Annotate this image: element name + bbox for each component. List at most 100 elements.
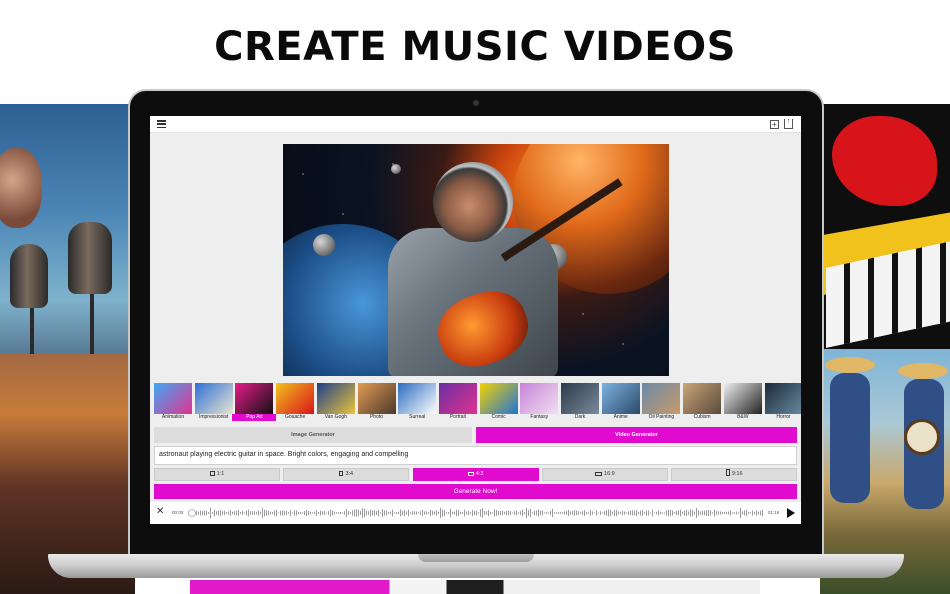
style-option[interactable]: Anime (601, 383, 640, 421)
share-icon[interactable]: ↑ (784, 118, 793, 129)
video-generator-tab[interactable]: Video Generator (476, 427, 797, 443)
waveform-bar (652, 509, 653, 517)
aspect-ratio-icon (725, 469, 730, 476)
style-label: Gouache (284, 414, 306, 420)
waveform-bar (368, 511, 369, 515)
style-option[interactable]: Oil Painting (642, 383, 681, 421)
audio-waveform[interactable] (188, 505, 764, 521)
waveform-bar (348, 510, 349, 516)
aspect-ratio-icon (595, 472, 603, 476)
waveform-bar (670, 509, 671, 517)
waveform-bar (608, 509, 609, 517)
waveform-bar (690, 509, 691, 517)
waveform-bar (460, 511, 461, 515)
aspect-ratio-option[interactable]: 3:4 (283, 468, 410, 481)
style-option[interactable]: Van Gogh (316, 383, 355, 421)
waveform-bar (558, 512, 559, 514)
waveform-bar (268, 510, 269, 516)
waveform-bar (466, 511, 467, 515)
style-option[interactable]: Photo (357, 383, 396, 421)
style-option[interactable]: Cubism (683, 383, 722, 421)
waveform-bar (308, 511, 309, 515)
waveform-bar (712, 512, 713, 514)
aspect-ratio-option[interactable]: 4:3 (412, 468, 539, 481)
waveform-bar (200, 510, 201, 516)
mode-toggle: Image Generator Video Generator (154, 427, 797, 443)
style-option[interactable]: Dark (561, 383, 599, 421)
aspect-ratio-option[interactable]: 16:9 (541, 468, 668, 481)
generate-button[interactable]: Generate Now! (154, 484, 797, 499)
waveform-bar (740, 507, 741, 519)
waveform-bar (434, 511, 435, 515)
waveform-bar (324, 511, 325, 515)
waveform-bar (682, 511, 683, 515)
style-option[interactable]: B&W (723, 383, 762, 421)
waveform-bar (414, 511, 415, 515)
style-label: Pop Art (232, 414, 277, 421)
waveform-bar (446, 512, 447, 514)
waveform-bar (218, 510, 219, 516)
waveform-bar (248, 509, 249, 517)
waveform-bar (366, 510, 367, 516)
style-option[interactable]: Fantasy (520, 383, 559, 421)
waveform-bar (654, 512, 655, 514)
waveform-bar (624, 511, 625, 515)
waveform-bar (622, 510, 623, 516)
aspect-ratio-option[interactable]: 1:1 (154, 468, 280, 481)
waveform-bar (748, 511, 749, 515)
style-option[interactable]: Surreal (398, 383, 437, 421)
aspect-ratio-option[interactable]: 9:16 (671, 468, 798, 481)
style-label: Cubism (693, 414, 711, 420)
waveform-bar (518, 512, 519, 514)
waveform-bar (656, 511, 657, 515)
waveform-bar (280, 510, 281, 516)
style-option[interactable]: Portrait (438, 383, 477, 421)
waveform-bar (666, 510, 667, 516)
waveform-bar (586, 511, 587, 515)
waveform-bar (548, 512, 549, 514)
image-generator-tab[interactable]: Image Generator (154, 427, 472, 443)
add-icon[interactable]: + (770, 120, 779, 129)
prompt-input[interactable]: astronaut playing electric guitar in spa… (154, 446, 797, 465)
waveform-bar (236, 510, 237, 516)
menu-icon[interactable] (157, 120, 166, 129)
waveform-bar (616, 509, 617, 517)
waveform-bar (254, 511, 255, 515)
waveform-bar (500, 511, 501, 515)
waveform-bar (230, 510, 231, 516)
waveform-bar (258, 510, 259, 516)
waveform-bar (284, 511, 285, 515)
waveform-bar (634, 510, 635, 516)
waveform-bar (196, 510, 197, 516)
waveform-bar (300, 511, 301, 515)
style-option[interactable]: Impressionist (194, 383, 233, 421)
waveform-bar (698, 510, 699, 516)
waveform-bar (334, 511, 335, 515)
waveform-bar (542, 510, 543, 516)
style-option[interactable]: Pop Art (232, 383, 277, 421)
waveform-bar (406, 511, 407, 515)
waveform-bar (662, 512, 663, 514)
waveform-bar (404, 510, 405, 516)
waveform-bar (700, 511, 701, 515)
playhead-knob (188, 509, 196, 517)
waveform-bar (480, 509, 481, 517)
waveform-bar (212, 512, 213, 514)
style-picker: Animation Impressionist Pop Art Gouache Van … (154, 383, 801, 421)
waveform-bar (264, 509, 265, 517)
waveform-bar (538, 509, 539, 517)
style-option[interactable]: Comic (479, 383, 518, 421)
microphone (68, 222, 112, 294)
waveform-bar (380, 512, 381, 514)
style-label: Animation (161, 414, 185, 420)
style-option[interactable]: Horror (764, 383, 801, 421)
style-option[interactable]: Gouache (276, 383, 315, 421)
style-option[interactable]: Animation (154, 383, 192, 421)
style-thumbnail (276, 383, 315, 414)
waveform-bar (418, 512, 419, 514)
waveform-bar (574, 510, 575, 516)
close-icon[interactable]: ✕ (156, 507, 164, 517)
waveform-bar (686, 510, 687, 516)
play-icon[interactable] (787, 508, 795, 518)
waveform-bar (592, 511, 593, 515)
